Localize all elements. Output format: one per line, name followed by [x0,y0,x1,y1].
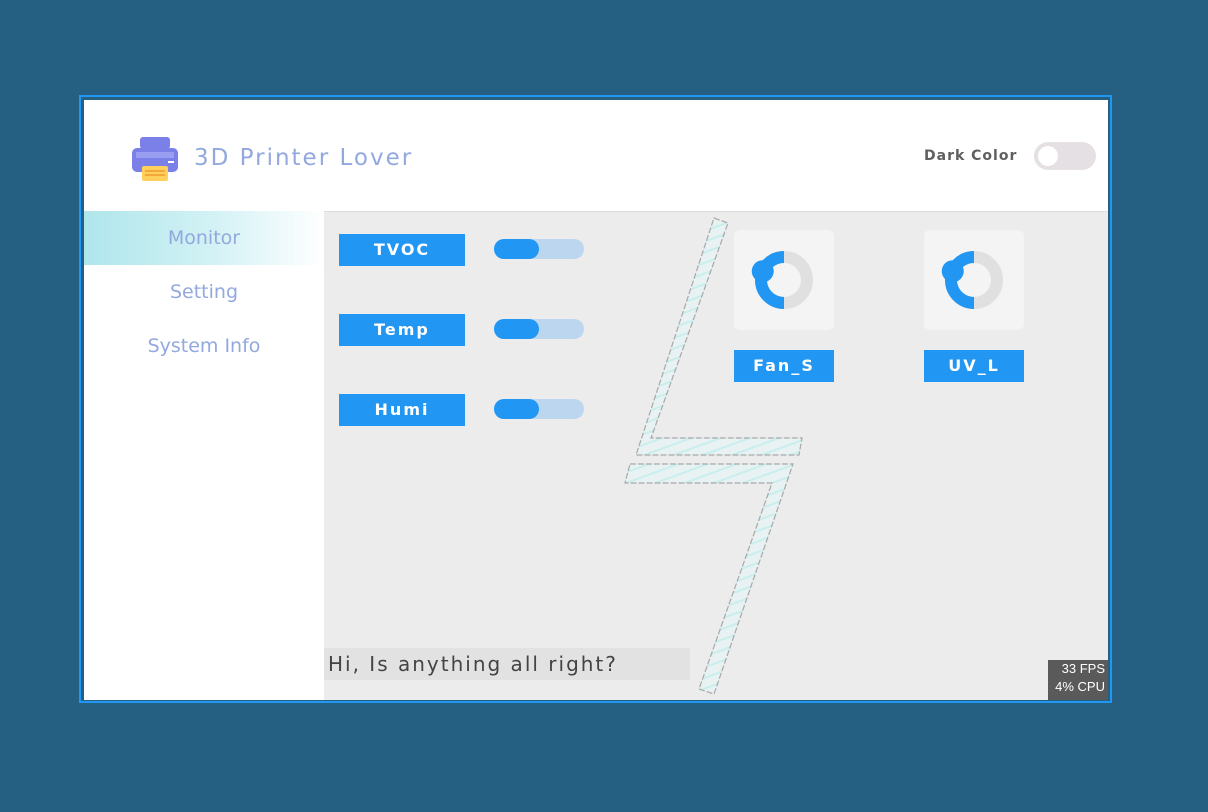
status-message: Hi, Is anything all right? [324,648,690,680]
sensor-label-tvoc: TVOC [339,234,465,266]
cpu-readout: 4% CPU [1055,679,1105,694]
tvoc-slider-fill [494,239,539,259]
toggle-knob [1038,146,1058,166]
sensor-label-humi: Humi [339,394,465,426]
uv-arc-icon [941,251,1003,309]
device-label-fan-s: Fan_S [734,350,834,382]
humi-slider[interactable] [494,399,584,419]
temp-slider[interactable] [494,319,584,339]
app-title: 3D Printer Lover [194,145,414,171]
app-screen: 3D Printer Lover Dark Color Monitor Sett… [84,100,1108,700]
tvoc-slider[interactable] [494,239,584,259]
printer-icon [132,137,178,181]
fan-arc-gauge[interactable] [734,230,834,330]
sensor-label-temp: Temp [339,314,465,346]
dark-color-toggle[interactable] [1034,142,1096,170]
uv-arc-gauge[interactable] [924,230,1024,330]
fps-readout: 33 FPS [1061,661,1105,676]
performance-monitor: 33 FPS 4% CPU [1048,660,1108,700]
device-label-uv-l: UV_L [924,350,1024,382]
humi-slider-fill [494,399,539,419]
app-window-frame: 3D Printer Lover Dark Color Monitor Sett… [79,95,1112,703]
header: 3D Printer Lover Dark Color [84,100,1108,212]
dark-color-label: Dark Color [924,148,1018,164]
temp-slider-fill [494,319,539,339]
fan-arc-icon [751,251,813,309]
